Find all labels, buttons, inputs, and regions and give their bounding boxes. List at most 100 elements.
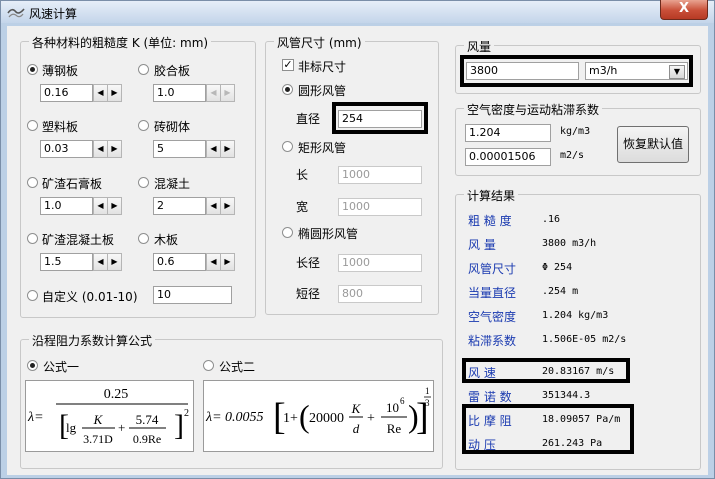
result-value-equivalent-diameter: .254 m bbox=[542, 286, 579, 297]
radio-ellipse-duct[interactable] bbox=[282, 227, 293, 238]
label-short-axis: 短径 bbox=[296, 287, 321, 301]
diameter-highlight bbox=[332, 102, 428, 134]
spin-left-icon[interactable]: ◀ bbox=[93, 140, 108, 158]
radio-formula2[interactable] bbox=[203, 360, 214, 371]
brick-spinner[interactable]: ◀ ▶ bbox=[206, 140, 235, 158]
window: 风速计算 X 各种材料的粗糙度 K (单位: mm) 薄钢板 0.16 ◀ ▶ 胶… bbox=[0, 0, 715, 479]
result-value-duct-size: Φ 254 bbox=[542, 262, 573, 273]
formula1-graphic: λ= 0.25 [ lg K 3.71D + 5.74 0.9Re ] 2 bbox=[27, 387, 189, 446]
label-formula1: 公式一 bbox=[43, 360, 80, 374]
window-title: 风速计算 bbox=[29, 7, 78, 21]
label-ellipse-duct: 椭圆形风管 bbox=[298, 227, 359, 241]
radio-slag-concrete[interactable] bbox=[27, 233, 38, 244]
radio-formula1[interactable] bbox=[27, 360, 38, 371]
spin-right-icon[interactable]: ▶ bbox=[107, 84, 122, 102]
spin-right-icon[interactable]: ▶ bbox=[220, 140, 235, 158]
label-plywood: 胶合板 bbox=[154, 64, 191, 78]
length-field[interactable]: 1000 bbox=[338, 166, 422, 184]
radio-round-duct[interactable] bbox=[282, 84, 293, 95]
spin-left-icon[interactable]: ◀ bbox=[206, 253, 221, 271]
formula1-plus: + bbox=[118, 420, 125, 435]
spin-left-icon[interactable]: ◀ bbox=[93, 197, 108, 215]
radio-plywood[interactable] bbox=[138, 64, 149, 75]
formula2-c: 20000 bbox=[309, 411, 344, 426]
concrete-spinner[interactable]: ◀ ▶ bbox=[206, 197, 235, 215]
label-slag-gypsum: 矿渣石膏板 bbox=[42, 177, 103, 191]
result-label-reynolds: 雷 诺 数 bbox=[468, 390, 512, 404]
formula2-lead: λ= 0.0055 bbox=[205, 410, 264, 425]
svg-text:]: ] bbox=[174, 409, 184, 442]
label-steel: 薄钢板 bbox=[42, 64, 79, 78]
label-round-duct: 圆形风管 bbox=[298, 84, 347, 98]
spin-left-icon[interactable]: ◀ bbox=[206, 197, 221, 215]
spin-right-icon[interactable]: ▶ bbox=[220, 253, 235, 271]
formula1-lg: lg bbox=[66, 420, 77, 435]
radio-concrete[interactable] bbox=[138, 177, 149, 188]
label-wood: 木板 bbox=[154, 233, 179, 247]
label-custom: 自定义 (0.01-10) bbox=[42, 290, 138, 304]
label-rect-duct: 矩形风管 bbox=[298, 141, 347, 155]
close-button[interactable]: X bbox=[660, 0, 708, 20]
viscosity-field[interactable]: 0.00001506 bbox=[465, 148, 551, 166]
spin-right-icon[interactable]: ▶ bbox=[107, 197, 122, 215]
steel-value-field[interactable]: 0.16 bbox=[40, 84, 93, 102]
formula2-exp-n: 1 bbox=[425, 386, 430, 396]
brick-value-field[interactable]: 5 bbox=[153, 140, 206, 158]
formula2-six: 6 bbox=[400, 396, 405, 406]
slag-gypsum-value-field[interactable]: 1.0 bbox=[40, 197, 93, 215]
roughness-group-label: 各种材料的粗糙度 K (单位: mm) bbox=[29, 34, 212, 51]
spin-right-icon[interactable]: ▶ bbox=[220, 197, 235, 215]
air-density-unit: kg/m3 bbox=[560, 126, 591, 137]
plastic-spinner[interactable]: ◀ ▶ bbox=[93, 140, 122, 158]
result-label-air-density: 空气密度 bbox=[468, 310, 517, 324]
formula2-re: Re bbox=[387, 421, 402, 436]
radio-slag-gypsum[interactable] bbox=[27, 177, 38, 188]
reset-defaults-button[interactable]: 恢复默认值 bbox=[617, 126, 689, 163]
radio-steel[interactable] bbox=[27, 64, 38, 75]
radio-rect-duct[interactable] bbox=[282, 141, 293, 152]
label-nonstandard: 非标尺寸 bbox=[298, 60, 347, 74]
formula1-numerator: 0.25 bbox=[104, 387, 129, 402]
formula1-box[interactable]: λ= 0.25 [ lg K 3.71D + 5.74 0.9Re ] 2 bbox=[25, 380, 194, 452]
formula2-box[interactable]: λ= 0.0055 [ 1+ ( 20000 K d + 10 6 Re ) ]… bbox=[203, 380, 434, 452]
width-field[interactable]: 1000 bbox=[338, 198, 422, 216]
concrete-value-field[interactable]: 2 bbox=[153, 197, 206, 215]
result-label-duct-size: 风管尺寸 bbox=[468, 262, 517, 276]
long-axis-field[interactable]: 1000 bbox=[338, 254, 422, 272]
spin-left-icon[interactable]: ◀ bbox=[93, 253, 108, 271]
slag-concrete-value-field[interactable]: 1.5 bbox=[40, 253, 93, 271]
close-icon[interactable]: X bbox=[679, 1, 689, 16]
spin-right-icon[interactable]: ▶ bbox=[220, 84, 235, 102]
spin-left-icon[interactable]: ◀ bbox=[206, 84, 221, 102]
wood-spinner[interactable]: ◀ ▶ bbox=[206, 253, 235, 271]
spin-right-icon[interactable]: ▶ bbox=[107, 140, 122, 158]
formula2-exp-d: 3 bbox=[425, 398, 430, 408]
plywood-spinner[interactable]: ◀ ▶ bbox=[206, 84, 235, 102]
spin-left-icon[interactable]: ◀ bbox=[93, 84, 108, 102]
label-plastic: 塑料板 bbox=[42, 120, 79, 134]
wood-value-field[interactable]: 0.6 bbox=[153, 253, 206, 271]
result-value-viscosity: 1.506E-05 m2/s bbox=[542, 334, 627, 345]
slag-gypsum-spinner[interactable]: ◀ ▶ bbox=[93, 197, 122, 215]
radio-wood[interactable] bbox=[138, 233, 149, 244]
radio-plastic[interactable] bbox=[27, 120, 38, 131]
spin-left-icon[interactable]: ◀ bbox=[206, 140, 221, 158]
airflow-highlight bbox=[460, 55, 693, 87]
label-slag-concrete: 矿渣混凝土板 bbox=[42, 233, 115, 247]
short-axis-field[interactable]: 800 bbox=[338, 285, 422, 303]
radio-brick[interactable] bbox=[138, 120, 149, 131]
label-width: 宽 bbox=[296, 200, 309, 214]
label-formula2: 公式二 bbox=[219, 360, 256, 374]
plywood-value-field[interactable]: 1.0 bbox=[153, 84, 206, 102]
velocity-highlight bbox=[462, 358, 630, 383]
duct-size-group-label: 风管尺寸 (mm) bbox=[274, 34, 365, 51]
formula2-d: d bbox=[353, 421, 360, 436]
steel-spinner[interactable]: ◀ ▶ bbox=[93, 84, 122, 102]
radio-custom[interactable] bbox=[27, 290, 38, 301]
custom-value-field[interactable]: 10 bbox=[153, 286, 232, 304]
plastic-value-field[interactable]: 0.03 bbox=[40, 140, 93, 158]
slag-concrete-spinner[interactable]: ◀ ▶ bbox=[93, 253, 122, 271]
spin-right-icon[interactable]: ▶ bbox=[107, 253, 122, 271]
nonstandard-checkbox[interactable]: ✓ bbox=[282, 59, 294, 71]
air-density-field[interactable]: 1.204 bbox=[465, 124, 551, 142]
